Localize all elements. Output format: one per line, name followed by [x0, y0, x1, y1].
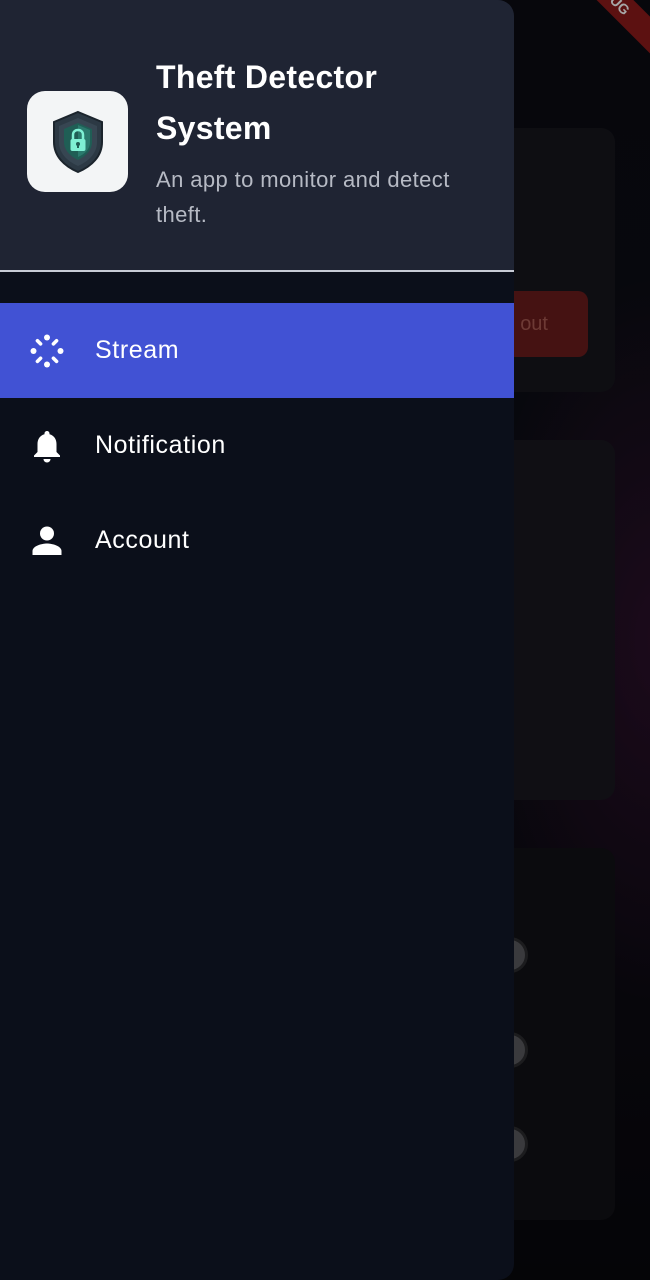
- drawer-item-account[interactable]: Account: [0, 493, 514, 588]
- app-logo: [27, 91, 128, 192]
- drawer-item-label: Account: [95, 526, 190, 554]
- drawer-item-stream[interactable]: Stream: [0, 303, 514, 398]
- header-text: Theft Detector System An app to monitor …: [156, 52, 496, 232]
- drawer-menu: Stream Notification Account: [0, 303, 514, 588]
- drawer-header: Theft Detector System An app to monitor …: [0, 0, 514, 272]
- drawer-item-label: Stream: [95, 336, 180, 364]
- drawer-item-notification[interactable]: Notification: [0, 398, 514, 493]
- person-icon: [29, 523, 65, 559]
- navigation-drawer: Theft Detector System An app to monitor …: [0, 0, 514, 1280]
- drawer-item-label: Notification: [95, 431, 226, 459]
- bell-icon: [29, 428, 65, 464]
- app-title: Theft Detector System: [156, 59, 378, 146]
- app-subtitle: An app to monitor and detect theft.: [156, 167, 450, 227]
- stream-icon: [29, 333, 65, 369]
- shield-lock-icon: [52, 110, 103, 173]
